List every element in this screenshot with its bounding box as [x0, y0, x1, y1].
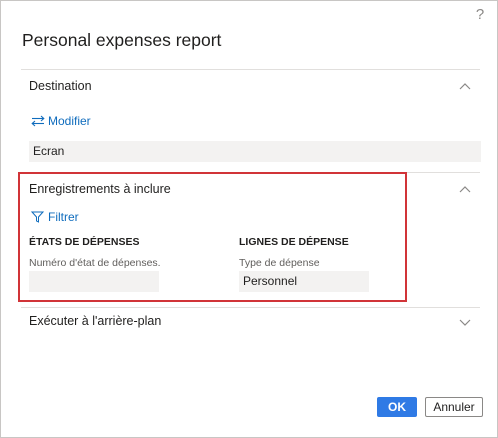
- modify-button[interactable]: Modifier: [31, 114, 91, 128]
- expense-reports-heading: ÉTATS DE DÉPENSES: [29, 236, 140, 248]
- filter-button-label: Filtrer: [48, 210, 79, 224]
- cancel-button[interactable]: Annuler: [425, 397, 483, 417]
- swap-arrows-icon: [31, 115, 45, 127]
- chevron-down-icon[interactable]: [458, 317, 472, 327]
- chevron-up-icon[interactable]: [458, 81, 472, 91]
- expense-report-number-field[interactable]: [29, 271, 159, 292]
- filter-icon: [31, 211, 45, 223]
- ok-button[interactable]: OK: [377, 397, 417, 417]
- section-title-records[interactable]: Enregistrements à inclure: [29, 182, 171, 196]
- expense-lines-heading: LIGNES DE DÉPENSE: [239, 236, 349, 248]
- question-mark-icon[interactable]: ?: [474, 7, 486, 23]
- destination-field: Ecran: [29, 141, 481, 162]
- chevron-up-icon[interactable]: [458, 184, 472, 194]
- modify-button-label: Modifier: [48, 114, 91, 128]
- divider: [21, 69, 480, 70]
- dialog-title: Personal expenses report: [22, 30, 222, 50]
- filter-button[interactable]: Filtrer: [31, 210, 79, 224]
- personal-expenses-dialog: ? Personal expenses report Destination M…: [0, 0, 498, 438]
- expense-report-number-label: Numéro d'état de dépenses.: [29, 257, 161, 269]
- divider: [21, 307, 480, 308]
- section-title-destination[interactable]: Destination: [29, 79, 92, 93]
- section-title-background[interactable]: Exécuter à l'arrière-plan: [29, 314, 161, 328]
- expense-type-field[interactable]: Personnel: [239, 271, 369, 292]
- expense-type-label: Type de dépense: [239, 257, 320, 269]
